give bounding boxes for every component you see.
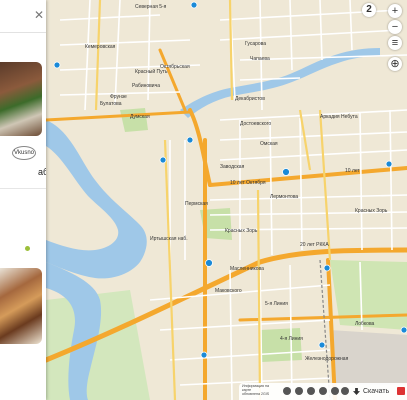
status-dot [25,246,30,251]
street-label: Чапаева [250,56,270,62]
download-icon [353,388,360,395]
share-icon[interactable] [295,387,303,395]
camera-icon[interactable] [331,387,339,395]
street-label: Северная 5-я [135,4,167,10]
street-label: Пермская [185,201,208,207]
copyright-line: обновлена 2GIS [242,392,270,396]
map-marker-icon [53,61,61,69]
street-label: Омская [260,141,278,147]
map-marker-icon [323,264,331,272]
floors-badge[interactable]: 2 [362,3,376,17]
street-label: Красных Зорь [355,208,388,214]
street-label: Декабристов [235,96,265,102]
street-label: Масленникова [230,266,264,272]
street-label: Красных Зорь [225,228,258,234]
street-label: Кемеровская [85,44,116,50]
street-label: Фрунзе [110,94,127,100]
ruler-icon[interactable] [307,387,315,395]
download-label: Скачать [363,388,390,395]
map-marker-icon [159,156,167,164]
map-marker-icon [190,1,198,9]
food-photo[interactable] [0,62,42,136]
side-panel: ✕ Vkusno аб! [0,0,46,400]
street-label: Аркадия Небута [320,114,358,120]
panel-text-fragment: аб! [38,167,46,177]
map-svg[interactable]: Северная 5-я Кемеровская Красный Путь Ра… [0,0,407,400]
bottom-toolbar: Информация на карте обновлена 2GIS Скача… [239,383,407,400]
street-label: Булатова [100,101,122,107]
map-marker-icon [400,326,407,334]
print-icon[interactable] [319,387,327,395]
zoom-out-button[interactable]: − [388,20,402,34]
street-label: Маковского [215,288,242,294]
street-label: Гусарова [245,41,266,47]
zoom-in-button[interactable]: + [388,4,402,18]
map-marker-icon [318,341,326,349]
street-label: 10 лет [345,168,360,174]
street-label: Думская [130,114,150,120]
street-label: Рабиновича [132,83,160,89]
divider [0,32,46,33]
street-label: Лобкова [355,321,375,327]
message-icon[interactable] [341,387,349,395]
street-label: 5-я Линия [265,301,288,307]
download-button[interactable]: Скачать [351,386,397,397]
street-label: 20 лет РККА [300,242,329,248]
map-marker-icon [282,168,290,176]
copyright-text: Информация на карте обновлена 2GIS [242,384,278,396]
park-area [120,108,148,132]
street-label: 10 лет Октября [230,180,266,186]
street-label: Железнодорожная [305,356,349,362]
street-label: 4-я Линия [280,336,303,342]
divider [0,188,46,189]
target-icon[interactable]: ⊕ [388,57,402,71]
park-area [330,260,407,330]
user-icon[interactable] [283,387,291,395]
food-photo[interactable] [0,268,42,344]
copyright-line: Информация на карте [242,384,269,392]
park-area [260,328,302,362]
flag-icon[interactable] [397,387,405,395]
restaurant-logo: Vkusno [12,146,36,160]
street-label: Октябрьская [160,64,190,70]
street-label: Лермонтова [270,194,298,200]
map-canvas[interactable]: Северная 5-я Кемеровская Красный Путь Ра… [0,0,407,400]
street-label: Заводская [220,164,245,170]
hamburger-icon[interactable]: ≡ [388,36,402,50]
map-marker-icon [205,259,213,267]
map-marker-icon [186,136,194,144]
street-label: Достоевского [240,121,271,127]
close-icon[interactable]: ✕ [33,9,45,21]
map-marker-icon [385,160,393,168]
map-marker-icon [200,351,208,359]
street-label: Иртышская наб. [150,236,188,242]
